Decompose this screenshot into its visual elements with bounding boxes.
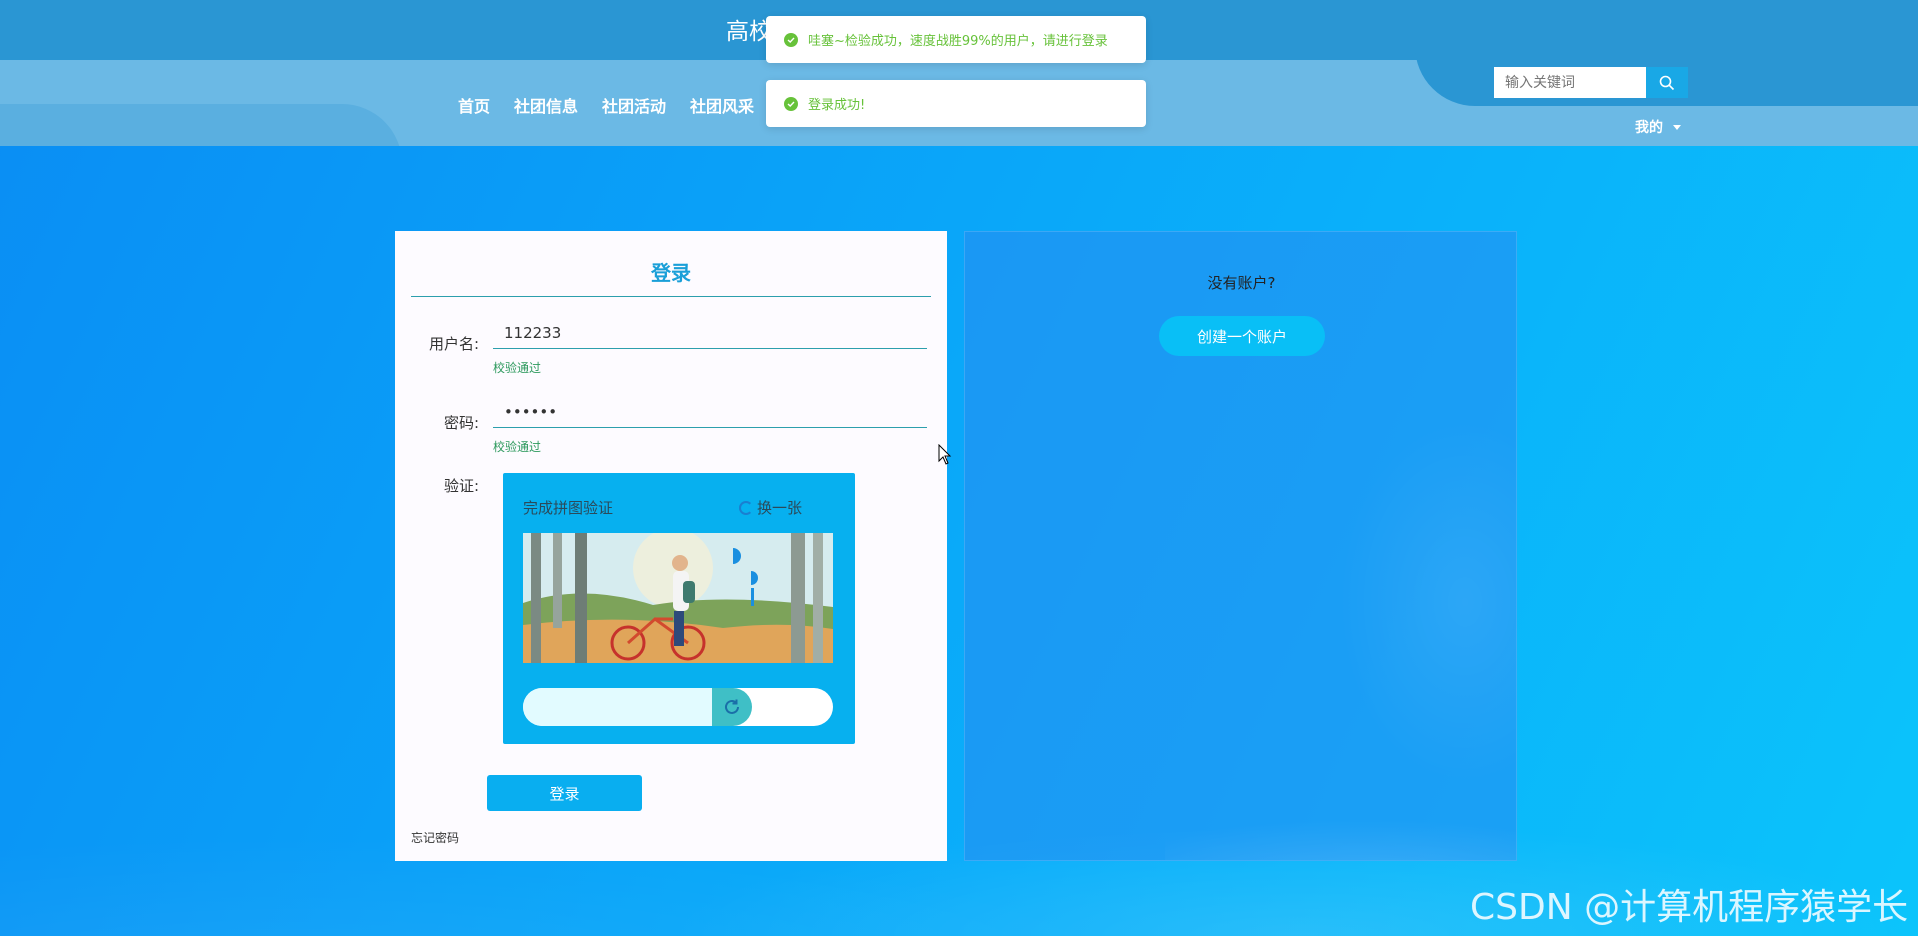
password-input[interactable] — [493, 396, 927, 428]
create-account-button[interactable]: 创建一个账户 — [1159, 316, 1325, 356]
nav-item-club-showcase[interactable]: 社团风采 — [690, 93, 754, 117]
search-box — [1494, 67, 1688, 98]
login-title: 登录 — [411, 257, 931, 297]
captcha-refresh-button[interactable]: 换一张 — [739, 497, 802, 518]
username-label: 用户名: — [428, 335, 479, 353]
mouse-cursor-icon — [938, 444, 952, 465]
password-label: 密码: — [443, 414, 479, 432]
puzzle-captcha: 完成拼图验证 换一张 — [503, 473, 855, 744]
check-circle-icon — [784, 32, 798, 47]
captcha-slider-handle[interactable] — [712, 688, 752, 726]
captcha-image — [523, 533, 833, 663]
toast-verify-success: 哇塞~检验成功，速度战胜99%的用户，请进行登录 — [766, 16, 1146, 63]
register-prompt: 没有账户? — [1207, 274, 1276, 292]
password-status: 校验通过 — [493, 440, 542, 454]
username-status: 校验通过 — [493, 361, 542, 375]
login-button[interactable]: 登录 — [487, 775, 642, 811]
watermark: CSDN @计算机程序猿学长 — [1470, 887, 1909, 928]
nav-item-club-activities[interactable]: 社团活动 — [602, 93, 666, 117]
register-card: 没有账户? 创建一个账户 — [964, 231, 1517, 861]
captcha-slider-track — [523, 688, 833, 726]
register-card-decoration — [1165, 402, 1516, 860]
toast-message: 登录成功! — [808, 98, 866, 113]
caret-down-icon — [1673, 124, 1681, 130]
search-button[interactable] — [1646, 67, 1688, 98]
search-icon — [1659, 75, 1675, 90]
verify-label: 验证: — [443, 477, 479, 495]
login-card: 登录 用户名: 校验通过 密码: 校验通过 验证: 完成拼图验证 换一张 — [395, 231, 947, 861]
nav-item-club-info[interactable]: 社团信息 — [514, 93, 578, 117]
captcha-slider-progress — [523, 688, 712, 726]
captcha-title: 完成拼图验证 — [523, 499, 614, 517]
header-decoration-left — [0, 104, 402, 146]
check-circle-icon — [784, 96, 798, 111]
nav-item-home[interactable]: 首页 — [458, 93, 490, 117]
username-input[interactable] — [493, 317, 927, 349]
forgot-password-link[interactable]: 忘记密码 — [411, 829, 459, 846]
user-menu[interactable]: 我的 — [1635, 117, 1681, 137]
captcha-refresh-label: 换一张 — [757, 499, 803, 517]
captcha-illustration — [523, 533, 833, 663]
refresh-icon — [739, 500, 753, 515]
main-nav: 首页 社团信息 社团活动 社团风采 — [458, 93, 754, 117]
toast-login-success: 登录成功! — [766, 80, 1146, 127]
toast-message: 哇塞~检验成功，速度战胜99%的用户，请进行登录 — [808, 34, 1108, 49]
site-title: 高校 — [726, 19, 766, 45]
user-menu-label: 我的 — [1635, 120, 1663, 136]
search-input[interactable] — [1494, 67, 1646, 98]
refresh-icon — [725, 699, 739, 714]
